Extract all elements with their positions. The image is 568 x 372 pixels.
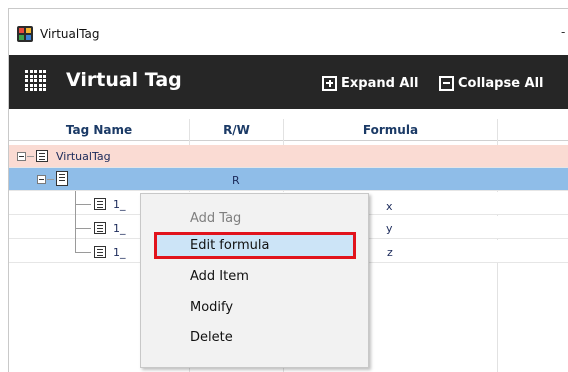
formula-cell: x	[386, 200, 393, 213]
collapse-icon	[439, 75, 454, 91]
tag-node-icon	[94, 198, 106, 210]
rw-cell: R	[232, 174, 240, 187]
window-frame: VirtualTag - Virtual Tag Expand All Coll…	[8, 8, 568, 372]
formula-cell: y	[386, 222, 393, 235]
menu-item-add-item[interactable]: Add Item	[190, 269, 249, 284]
formula-cell: z	[387, 246, 393, 259]
tree-row-selected[interactable]: R	[9, 168, 568, 191]
page-title: Virtual Tag	[66, 69, 182, 91]
tree-row-root[interactable]: VirtualTag	[9, 145, 568, 168]
column-tag-name[interactable]: Tag Name	[9, 119, 189, 141]
menu-item-add-tag[interactable]: Add Tag	[190, 211, 241, 226]
menu-item-delete[interactable]: Delete	[190, 330, 233, 345]
tag-group-icon	[56, 171, 68, 186]
menu-item-modify[interactable]: Modify	[190, 300, 233, 315]
tree-toggle-icon[interactable]	[37, 175, 46, 184]
column-rw[interactable]: R/W	[190, 119, 283, 141]
expand-icon	[322, 75, 337, 91]
expand-all-label: Expand All	[341, 75, 419, 91]
column-header: Tag Name R/W Formula D	[9, 119, 568, 141]
tree-connector	[75, 191, 76, 252]
tree-connector	[75, 252, 91, 253]
expand-all-button[interactable]: Expand All	[322, 73, 418, 93]
context-menu: Add Tag Edit formula Add Item Modify Del…	[140, 193, 369, 368]
menu-item-edit-formula[interactable]: Edit formula	[190, 238, 269, 253]
column-formula[interactable]: Formula	[284, 119, 497, 141]
tree-node-label: 1_	[113, 198, 126, 211]
tree-connector	[47, 179, 54, 180]
tree-connector	[27, 156, 34, 157]
tree-node-label: 1_	[113, 246, 126, 259]
tree-node-label: VirtualTag	[56, 150, 111, 163]
tree-connector	[75, 204, 91, 205]
app-icon	[17, 26, 33, 42]
tree-toggle-icon[interactable]	[17, 152, 26, 161]
collapse-all-button[interactable]: Collapse All	[439, 73, 544, 93]
tag-node-icon	[94, 246, 106, 258]
column-d[interactable]: D	[498, 119, 568, 141]
grid-icon	[25, 70, 47, 92]
window-title: VirtualTag	[40, 27, 100, 41]
tag-node-icon	[94, 222, 106, 234]
tag-node-icon	[36, 150, 48, 162]
collapse-all-label: Collapse All	[458, 75, 544, 91]
minimize-button[interactable]: -	[561, 25, 565, 39]
header-bar: Virtual Tag Expand All Collapse All	[9, 55, 568, 109]
tree-node-label: 1_	[113, 222, 126, 235]
title-bar: VirtualTag -	[9, 9, 568, 55]
tree-connector	[75, 228, 91, 229]
